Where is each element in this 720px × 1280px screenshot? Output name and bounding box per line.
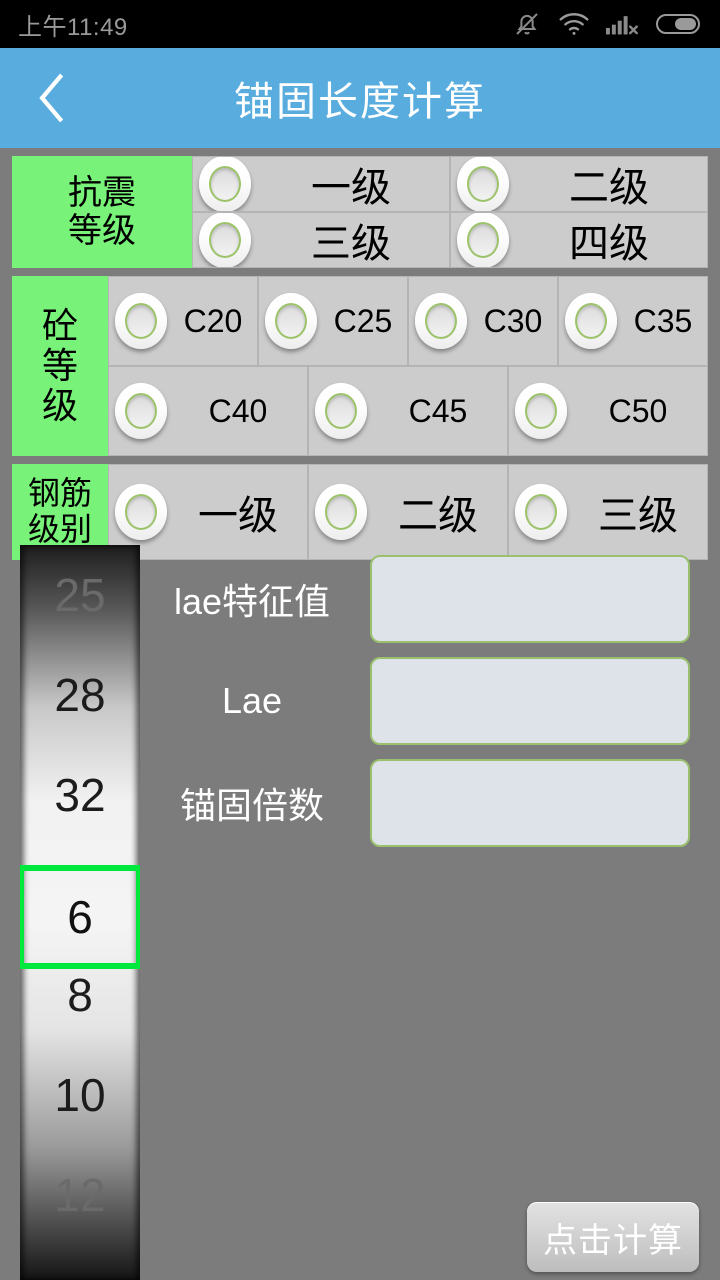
- radio-option-label: 三级: [597, 494, 678, 538]
- radio-option-c30[interactable]: C30: [408, 276, 558, 366]
- group-options-seismic-grade: 一级 二级 三级 四级: [192, 156, 708, 268]
- picker-item[interactable]: 28: [20, 645, 140, 745]
- radio-icon[interactable]: [514, 484, 567, 540]
- radio-icon[interactable]: [415, 293, 467, 349]
- picker-item[interactable]: 10: [20, 1045, 140, 1145]
- result-value-lae[interactable]: [370, 656, 690, 745]
- group-label-line: 等级: [68, 212, 136, 250]
- radio-option-label: 二级: [397, 494, 478, 538]
- bell-muted-icon: [516, 13, 538, 35]
- radio-option-label: C45: [408, 392, 468, 429]
- radio-icon[interactable]: [457, 157, 509, 211]
- result-row-anchor-multiplier: 锚固倍数: [150, 752, 710, 853]
- radio-option-c50[interactable]: C50: [507, 366, 708, 456]
- group-label-line: 级别: [27, 511, 92, 547]
- radio-option-seismic-3[interactable]: 三级: [192, 212, 450, 268]
- status-bar-icons: [512, 9, 702, 39]
- radio-option-seismic-4[interactable]: 四级: [450, 212, 708, 268]
- result-value-lae-characteristic[interactable]: [370, 554, 690, 643]
- option-row: 一级 二级 三级: [108, 464, 708, 560]
- radio-option-label: 二级: [569, 166, 649, 210]
- result-row-lae: Lae: [150, 650, 710, 751]
- result-row-lae-characteristic: lae特征值: [150, 548, 710, 649]
- radio-option-label: C50: [608, 392, 668, 429]
- radio-option-seismic-1[interactable]: 一级: [192, 156, 450, 212]
- group-label-line: 抗震: [68, 173, 136, 212]
- battery-icon: [656, 14, 700, 34]
- result-label: lae特征值: [173, 580, 331, 622]
- radio-icon[interactable]: [115, 383, 167, 439]
- radio-option-label: C35: [633, 302, 693, 339]
- radio-option-rebar-3[interactable]: 三级: [507, 464, 708, 560]
- group-label-line: 级: [41, 385, 78, 427]
- group-label-line: 钢筋: [27, 475, 92, 512]
- radio-icon[interactable]: [199, 213, 251, 267]
- signal-no-service-icon: [606, 16, 638, 35]
- radio-icon[interactable]: [314, 383, 367, 439]
- radio-option-c45[interactable]: C45: [307, 366, 508, 456]
- radio-option-seismic-2[interactable]: 二级: [450, 156, 708, 212]
- radio-option-label: 四级: [569, 222, 649, 266]
- radio-option-rebar-2[interactable]: 二级: [307, 464, 508, 560]
- picker-item-selected[interactable]: 6: [20, 865, 140, 969]
- picker-item[interactable]: 25: [20, 545, 140, 645]
- radio-icon[interactable]: [115, 484, 167, 540]
- radio-option-label: C30: [483, 302, 543, 339]
- result-label: Lae: [221, 679, 283, 721]
- radio-option-label: C25: [333, 302, 393, 339]
- radio-option-c40[interactable]: C40: [108, 366, 308, 456]
- radio-option-label: C20: [183, 302, 243, 339]
- result-value-anchor-multiplier[interactable]: [370, 758, 690, 847]
- option-row: C40 C45 C50: [108, 366, 708, 456]
- option-row: C20 C25 C30 C35: [108, 276, 708, 366]
- radio-option-label: C40: [208, 392, 268, 429]
- calculate-button[interactable]: 点击计算: [527, 1202, 699, 1272]
- result-fields: lae特征值 Lae 锚固倍数: [150, 548, 710, 854]
- radio-icon[interactable]: [314, 484, 367, 540]
- status-bar: 上午11:49: [0, 0, 720, 48]
- picker-item[interactable]: 32: [20, 745, 140, 845]
- option-row: 一级 二级: [192, 156, 708, 212]
- group-label-line: 等: [41, 344, 78, 386]
- radio-option-c35[interactable]: C35: [558, 276, 708, 366]
- group-options-concrete-grade: C20 C25 C30 C35 C40 C45 C50: [108, 276, 708, 456]
- radio-icon[interactable]: [565, 293, 617, 349]
- radio-option-c25[interactable]: C25: [258, 276, 408, 366]
- title-bar: 锚固长度计算: [0, 48, 720, 148]
- radio-icon[interactable]: [457, 213, 509, 267]
- radio-icon[interactable]: [514, 383, 567, 439]
- option-groups: 抗震 等级 一级 二级 三级 四级 砼 等 级 C20 C25 C30 C35 …: [0, 148, 720, 560]
- radio-icon[interactable]: [115, 293, 167, 349]
- wifi-icon: [559, 13, 589, 35]
- group-concrete-grade: 砼 等 级 C20 C25 C30 C35 C40 C45 C50: [12, 276, 708, 456]
- radio-icon[interactable]: [199, 157, 251, 211]
- app-screen: 上午11:49 锚固长度计算 抗震 等级 一级 二级 三级 四级 砼 等 级 C…: [0, 0, 720, 1280]
- radio-icon[interactable]: [265, 293, 317, 349]
- radio-option-label: 一级: [311, 166, 391, 210]
- option-row: 三级 四级: [192, 212, 708, 268]
- picker-item[interactable]: 12: [20, 1145, 140, 1245]
- status-bar-time: 上午11:49: [18, 13, 128, 41]
- diameter-picker[interactable]: 25 28 32 8 10 12 6: [20, 545, 140, 1280]
- radio-option-c20[interactable]: C20: [108, 276, 258, 366]
- page-title: 锚固长度计算: [234, 80, 486, 124]
- group-label-concrete-grade: 砼 等 级: [12, 276, 108, 456]
- group-seismic-grade: 抗震 等级 一级 二级 三级 四级: [12, 156, 708, 268]
- group-label-seismic-grade: 抗震 等级: [12, 156, 192, 268]
- result-label: 锚固倍数: [179, 784, 324, 826]
- radio-option-label: 一级: [197, 494, 278, 538]
- group-label-line: 砼: [41, 304, 78, 346]
- group-options-rebar-grade: 一级 二级 三级: [108, 464, 708, 560]
- radio-option-label: 三级: [311, 222, 391, 266]
